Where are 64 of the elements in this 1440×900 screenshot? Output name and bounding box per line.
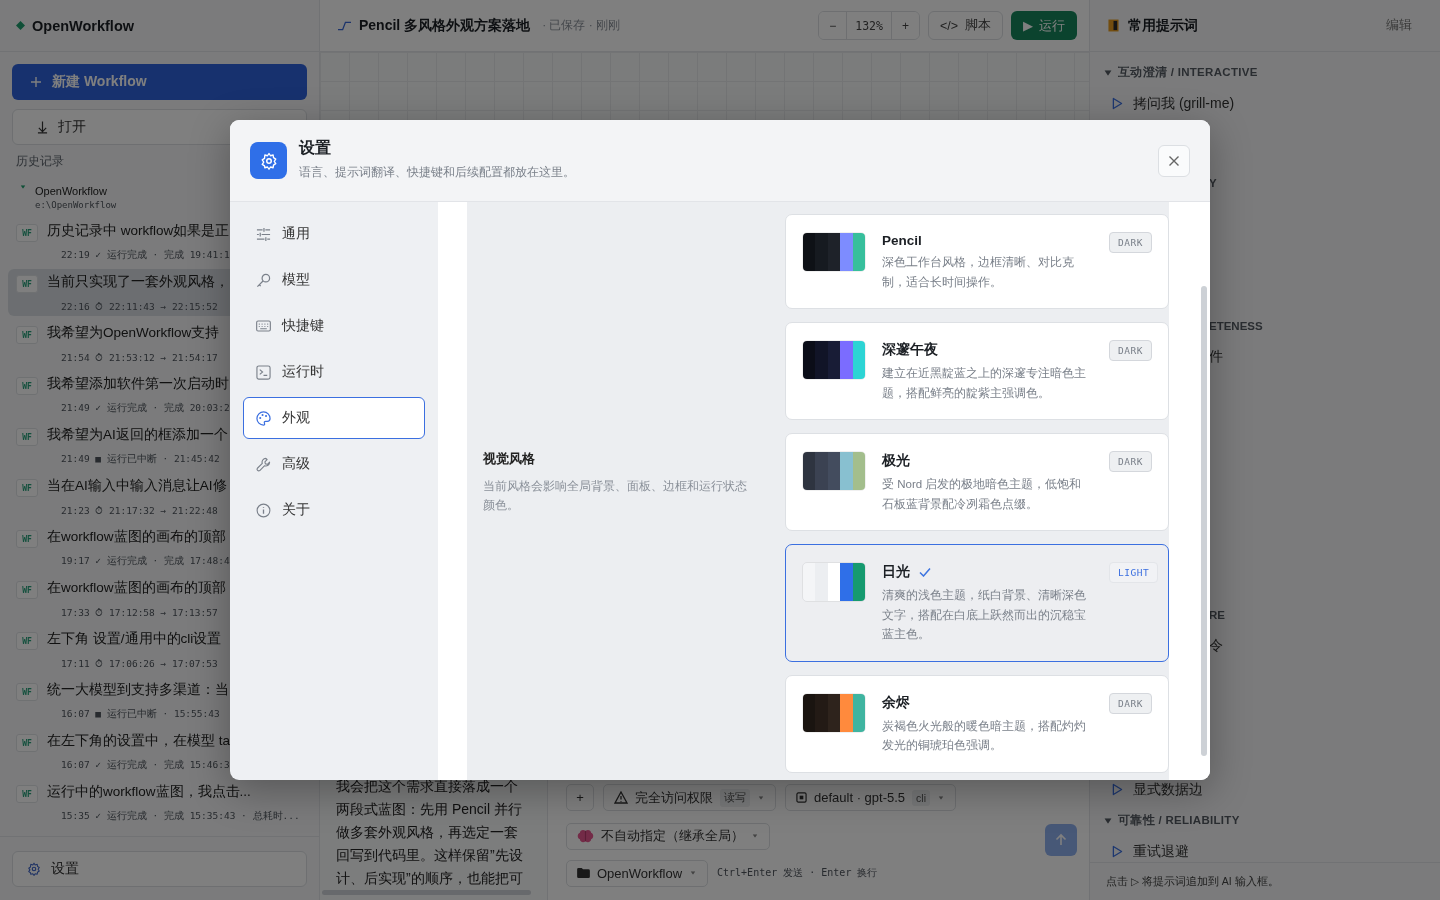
workflow-badge: WF xyxy=(16,785,38,803)
workflow-badge: WF xyxy=(16,326,38,344)
workflow-badge: WF xyxy=(16,275,38,293)
history-title: 我希望添加软件第一次启动时 xyxy=(47,375,229,393)
section-label: 历史记录 xyxy=(16,154,64,169)
history-title: 历史记录中 workflow如果是正 xyxy=(47,222,230,240)
history-meta: 19:17 ✓ 运行完成 · 完成 17:48:4 xyxy=(61,555,230,568)
workflow-badge: WF xyxy=(16,632,38,650)
workflow-badge: WF xyxy=(16,734,38,752)
theme-name: 日光 xyxy=(882,563,910,581)
theme-description: 建立在近黑靛蓝之上的深邃专注暗色主题，搭配鲜亮的靛紫主强调色。 xyxy=(882,366,1087,401)
history-title: 左下角 设置/通用中的cli设置 xyxy=(47,630,222,648)
history-title: 在workflow蓝图的画布的顶部 xyxy=(47,528,226,546)
history-title: 运行中的workflow蓝图，我点击... xyxy=(47,783,251,801)
workflow-badge: WF xyxy=(16,530,38,548)
theme-mode-badge: DARK xyxy=(1109,692,1152,714)
history-title: 我希望为OpenWorkflow支持 xyxy=(47,324,220,342)
history-meta: 21:49 ■ 运行已中断 · 21:45:42 xyxy=(61,453,220,466)
theme-description: 清爽的浅色主题，纸白背景、清晰深色文字，搭配在白底上跃然而出的沉稳宝蓝主色。 xyxy=(882,588,1087,642)
theme-name: 深邃午夜 xyxy=(882,341,938,359)
history-meta: 21:23 ⏱ 21:17:32 → 21:22:48 xyxy=(61,504,218,518)
theme-mode-badge: LIGHT xyxy=(1109,562,1159,583)
chat-message: 我会把这个需求直接落成一个两段式蓝图：先用 Pencil 并行做多套外观风格，再选定一套回写到代码里。这样保留”先设计、后实现”的顺序，也能把可 xyxy=(336,777,524,888)
history-title: 我希望为AI返回的框添加一个 xyxy=(47,426,228,444)
history-meta: 22:19 ✓ 运行完成 · 完成 19:41:1 xyxy=(61,249,230,262)
theme-mode-badge: DARK xyxy=(1109,340,1152,361)
history-title: 在workflow蓝图的画布的顶部 xyxy=(47,579,226,597)
section-description: 当前风格会影响全局背景、面板、边框和运行状态颜色。 xyxy=(483,478,748,513)
workflow-badge: WF xyxy=(16,479,38,497)
theme-description: 炭褐色火光般的暖色暗主题，搭配灼灼发光的铜琥珀色强调。 xyxy=(882,718,1087,753)
shortcut-hint: Ctrl+Enter 发送 · Enter 换行 xyxy=(717,866,878,880)
history-meta: 22:16 ⏱ 22:11:43 → 22:15:52 xyxy=(61,300,218,314)
panel-title: 常用提示词 xyxy=(1128,16,1199,35)
history-meta: 16:07 ■ 运行已中断 · 15:55:43 xyxy=(61,708,220,721)
theme-name: 极光 xyxy=(882,452,910,470)
theme-name: Pencil xyxy=(882,233,922,248)
history-meta: 17:33 ⏱ 17:12:58 → 17:13:57 xyxy=(61,606,218,620)
project-name: OpenWorkflow xyxy=(35,185,107,197)
history-title: 在左下角的设置中，在模型 ta xyxy=(47,732,230,750)
history-title: 统一大模型到支持多渠道：当 xyxy=(47,681,229,699)
history-meta: 17:11 ⏱ 17:06:26 → 17:07:53 xyxy=(61,657,218,671)
history-title: 当前只实现了一套外观风格， xyxy=(47,273,229,291)
theme-mode-badge: DARK xyxy=(1109,451,1152,472)
workflow-badge: WF xyxy=(16,224,38,242)
theme-name: 余烬 xyxy=(882,693,910,712)
workflow-badge: WF xyxy=(16,377,38,395)
document-title: Pencil 多风格外观方案落地 xyxy=(359,16,531,35)
theme-description: 深色工作台风格，边框清晰、对比克制，适合长时间操作。 xyxy=(882,255,1075,290)
dialog-subtitle: 语言、提示词翻译、快捷键和后续配置都放在这里。 xyxy=(299,163,576,181)
project-path: e:\OpenWorkflow xyxy=(35,200,117,210)
workflow-badge: WF xyxy=(16,581,38,599)
workflow-badge: WF xyxy=(16,683,38,701)
section-title: 视觉风格 xyxy=(483,449,536,468)
history-meta: 15:35 ✓ 运行完成 · 完成 15:35:43 · 总耗时... xyxy=(61,810,300,823)
theme-description: 受 Nord 启发的极地暗色主题，低饱和石板蓝背景配冷冽霜色点缀。 xyxy=(882,477,1083,512)
theme-mode-badge: DARK xyxy=(1109,232,1152,253)
model-tag: cli xyxy=(912,789,930,806)
history-title: 当在AI输入中输入消息让AI修 xyxy=(47,477,227,495)
history-meta: 16:07 ✓ 运行完成 · 完成 15:46:3 xyxy=(61,759,230,772)
history-meta: 21:54 ⏱ 21:53:12 → 21:54:17 xyxy=(61,351,218,365)
access-tag: 读写 xyxy=(720,788,750,807)
history-meta: 21:49 ✓ 运行完成 · 完成 20:03:2 xyxy=(61,402,230,415)
app-name: OpenWorkflow xyxy=(32,17,135,34)
workflow-badge: WF xyxy=(16,428,38,446)
